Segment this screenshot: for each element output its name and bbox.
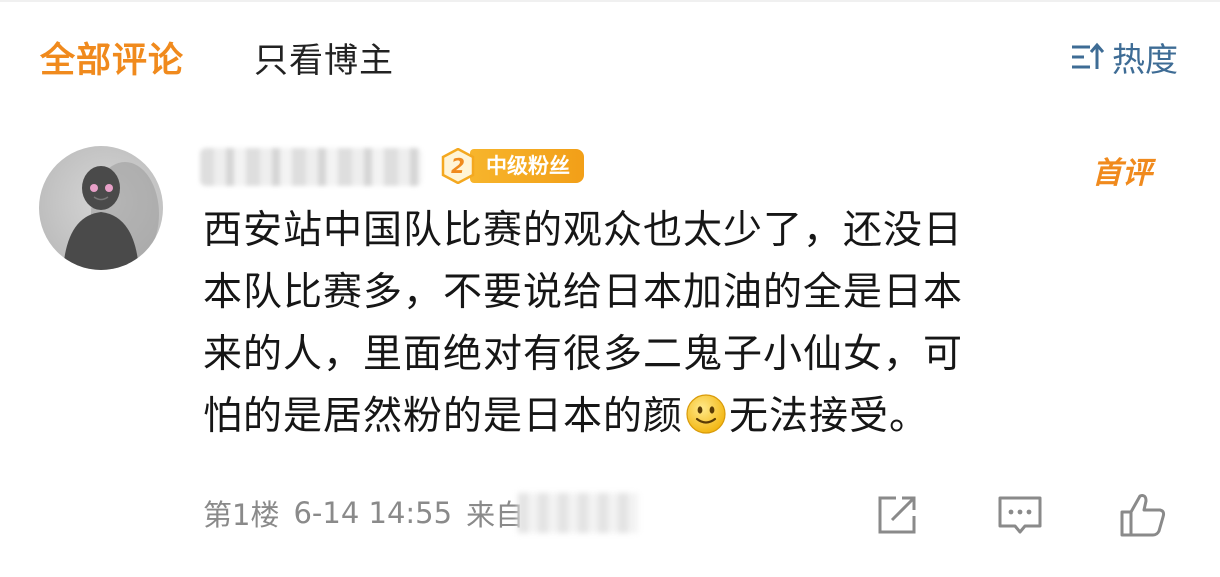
comment-line: 西安站中国队比赛的观众也太少了，还没日 bbox=[203, 208, 964, 253]
fan-level-icon: 2 bbox=[440, 148, 476, 184]
sort-icon bbox=[1072, 42, 1104, 69]
first-comment-tag: 首评 bbox=[1092, 156, 1152, 191]
comment-tabs: 全部评论 只看博主 热度 bbox=[0, 0, 1220, 110]
comment-line-part: 怕的是居然粉的是日本的颜 bbox=[203, 394, 684, 439]
share-icon bbox=[878, 496, 916, 534]
avatar-silhouette-icon bbox=[63, 162, 159, 270]
like-icon bbox=[1120, 494, 1166, 537]
fan-level-number: 2 bbox=[451, 154, 465, 178]
comment-line: 来的人，里面绝对有很多二鬼子小仙女，可 bbox=[203, 332, 964, 377]
share-button[interactable] bbox=[872, 490, 922, 540]
comment-line-part: 无法接受。 bbox=[729, 394, 930, 439]
like-button[interactable] bbox=[1118, 490, 1168, 540]
tab-owner-only[interactable]: 只看博主 bbox=[254, 33, 394, 82]
tab-all-comments[interactable]: 全部评论 bbox=[40, 32, 184, 83]
comment-text: 西安站中国队比赛的观众也太少了，还没日 本队比赛多，不要说给日本加油的全是日本 … bbox=[203, 200, 1163, 448]
smiley-emoji-icon bbox=[686, 394, 726, 434]
reply-button[interactable] bbox=[995, 490, 1045, 540]
comment-actions bbox=[0, 490, 1220, 540]
avatar[interactable] bbox=[39, 146, 163, 270]
username-redacted[interactable] bbox=[200, 148, 422, 186]
sort-by-hot-button[interactable]: 热度 bbox=[1070, 33, 1178, 81]
fan-level-badge[interactable]: 2 中级粉丝 bbox=[440, 147, 584, 185]
comment-line: 怕的是居然粉的是日本的颜 无法接受。 bbox=[203, 386, 1163, 448]
comment-icon bbox=[998, 496, 1042, 534]
comment-line: 本队比赛多，不要说给日本加油的全是日本 bbox=[203, 270, 964, 315]
sort-label: 热度 bbox=[1112, 40, 1178, 79]
fan-badge-label: 中级粉丝 bbox=[470, 149, 584, 183]
